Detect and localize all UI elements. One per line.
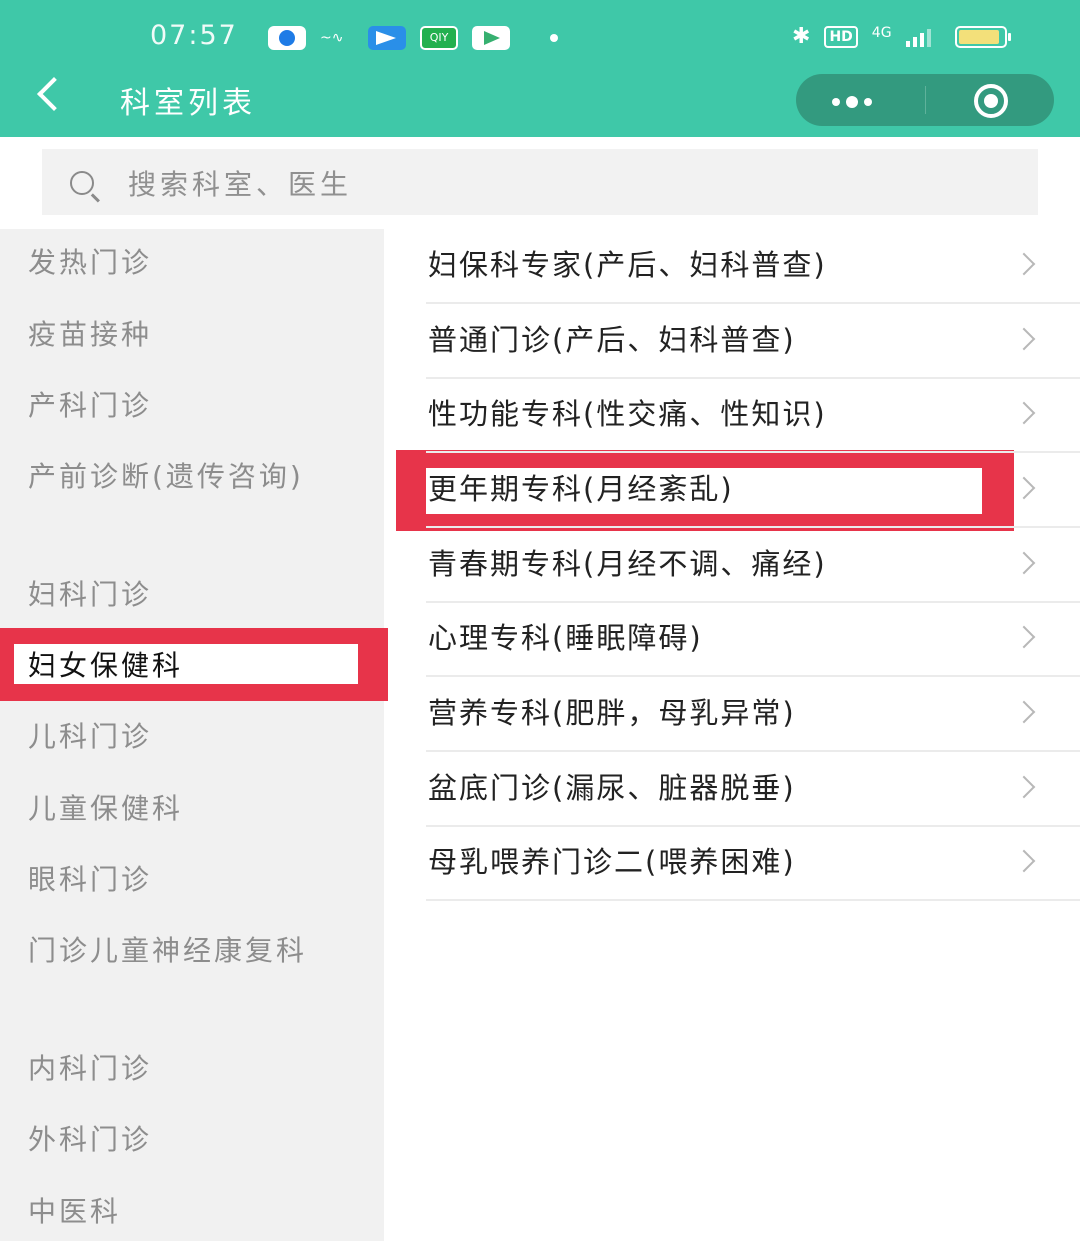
- iqiyi-icon: QIY: [420, 26, 458, 50]
- list-item[interactable]: 营养专科(肥胖，母乳异常): [426, 677, 1080, 752]
- hd-icon: HD: [824, 25, 858, 48]
- sidebar-item-vaccination[interactable]: 疫苗接种: [0, 311, 384, 358]
- list-item-label: 盆底门诊(漏尿、脏器脱垂): [428, 771, 796, 805]
- back-icon[interactable]: [37, 77, 71, 111]
- app-icon: [472, 26, 510, 50]
- chevron-right-icon: [1012, 775, 1036, 799]
- list-item-label: 普通门诊(产后、妇科普查): [428, 323, 796, 357]
- search-area: 搜索科室、医生: [0, 137, 1080, 229]
- close-target-icon[interactable]: [970, 84, 1010, 118]
- signal-icon: [905, 27, 931, 47]
- list-item[interactable]: 心理专科(睡眠障碍): [426, 602, 1080, 677]
- network-type-label: 4G: [871, 24, 892, 41]
- notification-dot-icon: [550, 34, 558, 42]
- list-item-label: 更年期专科(月经紊乱): [428, 472, 734, 506]
- chevron-right-icon: [1012, 625, 1036, 649]
- header-bar: 07:57 ~∿ QIY ✱ HD 4G 科室列表: [0, 0, 1080, 137]
- status-icons-right: ✱ HD 4G: [792, 24, 1011, 49]
- app-icon: [268, 26, 306, 50]
- page-title: 科室列表: [120, 86, 256, 121]
- bluetooth-icon: ✱: [792, 24, 811, 49]
- sidebar-item-pediatrics[interactable]: 儿科门诊: [0, 713, 384, 760]
- chevron-right-icon: [1012, 849, 1036, 873]
- search-input[interactable]: 搜索科室、医生: [42, 149, 1038, 215]
- list-item-label: 性功能专科(性交痛、性知识): [428, 397, 827, 431]
- chevron-right-icon: [1012, 401, 1036, 425]
- chevron-right-icon: [1012, 700, 1036, 724]
- sidebar-item-surgery[interactable]: 外科门诊: [0, 1116, 384, 1163]
- status-time: 07:57: [150, 20, 238, 51]
- sidebar-item-child-health[interactable]: 儿童保健科: [0, 785, 384, 832]
- sidebar-item-child-neuro-rehab[interactable]: 门诊儿童神经康复科: [0, 927, 340, 974]
- search-placeholder: 搜索科室、医生: [128, 168, 353, 201]
- battery-icon: [954, 25, 1011, 48]
- list-item[interactable]: 更年期专科(月经紊乱): [426, 453, 1080, 528]
- status-icons-left: ~∿ QIY: [268, 26, 558, 50]
- search-icon: [70, 171, 94, 195]
- capsule-divider: [925, 86, 926, 114]
- list-item-label: 青春期专科(月经不调、痛经): [428, 547, 827, 581]
- app-icon: [368, 26, 406, 50]
- list-item[interactable]: 盆底门诊(漏尿、脏器脱垂): [426, 752, 1080, 827]
- list-item-label: 妇保科专家(产后、妇科普查): [428, 248, 827, 282]
- list-item[interactable]: 母乳喂养门诊二(喂养困难): [426, 826, 1080, 901]
- sidebar-item-prenatal-diagnosis[interactable]: 产前诊断(遗传咨询): [0, 453, 320, 500]
- chevron-right-icon: [1012, 476, 1036, 500]
- list-item-label: 母乳喂养门诊二(喂养困难): [428, 845, 796, 879]
- miniprogram-capsule: [796, 74, 1054, 126]
- more-icon[interactable]: [832, 96, 872, 108]
- sidebar-item-tcm[interactable]: 中医科: [0, 1188, 384, 1235]
- chevron-right-icon: [1012, 327, 1036, 351]
- list-item[interactable]: 性功能专科(性交痛、性知识): [426, 378, 1080, 453]
- list-item-label: 心理专科(睡眠障碍): [428, 621, 703, 655]
- list-item-label: 营养专科(肥胖，母乳异常): [428, 696, 796, 730]
- sidebar-item-ophthalmology[interactable]: 眼科门诊: [0, 856, 384, 903]
- list-item[interactable]: 妇保科专家(产后、妇科普查): [426, 229, 1080, 304]
- chevron-right-icon: [1012, 252, 1036, 276]
- sidebar-item-fever[interactable]: 发热门诊: [0, 239, 384, 286]
- list-item[interactable]: 普通门诊(产后、妇科普查): [426, 304, 1080, 379]
- sidebar-item-gynecology[interactable]: 妇科门诊: [0, 571, 384, 618]
- sidebar-item-obstetrics[interactable]: 产科门诊: [0, 382, 384, 429]
- sidebar-item-internal-medicine[interactable]: 内科门诊: [0, 1045, 384, 1092]
- app-icon: ~∿: [320, 30, 344, 46]
- chevron-right-icon: [1012, 551, 1036, 575]
- list-item[interactable]: 青春期专科(月经不调、痛经): [426, 528, 1080, 603]
- sidebar-item-womens-health[interactable]: 妇女保健科: [0, 642, 384, 689]
